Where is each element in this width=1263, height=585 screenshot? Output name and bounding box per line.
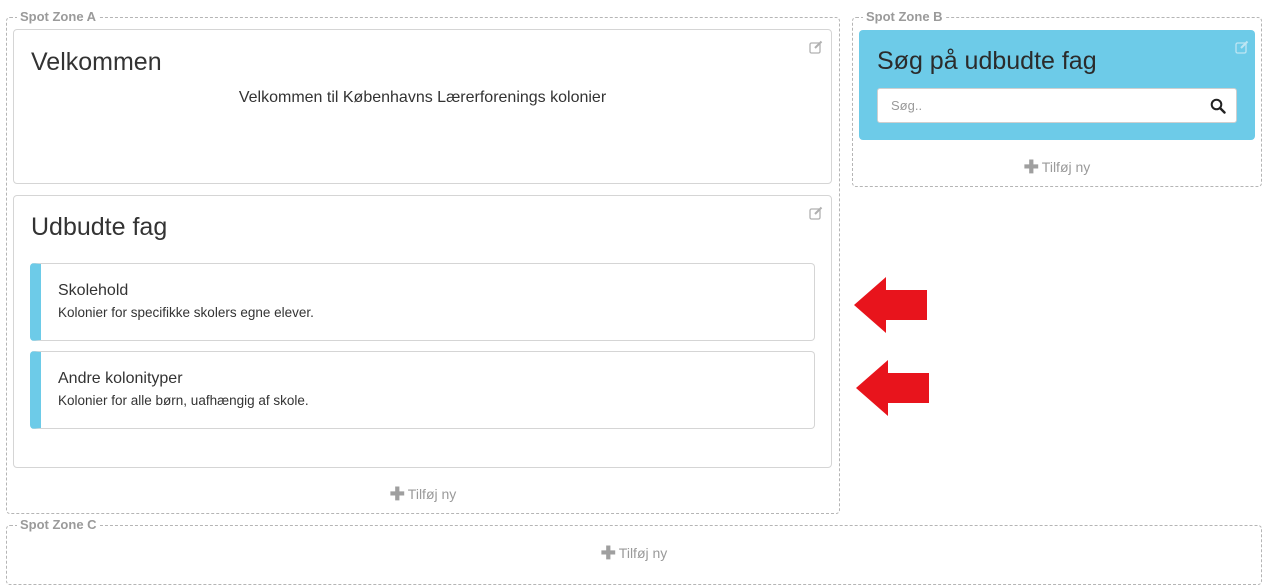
list-item-description: Kolonier for alle børn, uafhængig af sko… xyxy=(58,393,309,408)
list-item-andre-kolonityper[interactable]: Andre kolonityper Kolonier for alle børn… xyxy=(30,351,815,429)
list-item-description: Kolonier for specifikke skolers egne ele… xyxy=(58,305,314,320)
search-title: Søg på udbudte fag xyxy=(877,47,1097,75)
spot-zone-b: Spot Zone B Søg på udbudte fag ✚Tilføj n… xyxy=(852,9,1262,187)
offered-subjects-title: Udbudte fag xyxy=(31,213,168,241)
add-new-button-zone-a[interactable]: ✚ Tilføj ny xyxy=(7,483,839,504)
search-panel: Søg på udbudte fag xyxy=(859,30,1255,140)
add-new-button-zone-b[interactable]: ✚ Tilføj ny xyxy=(853,156,1261,177)
spot-zone-b-label: Spot Zone B xyxy=(863,9,946,25)
add-new-label: Tilføj ny xyxy=(618,545,668,561)
spot-zone-c-label: Spot Zone C xyxy=(17,517,100,533)
edit-icon[interactable] xyxy=(809,206,823,220)
search-input[interactable] xyxy=(878,89,1198,122)
plus-icon: ✚ xyxy=(389,484,405,504)
search-icon[interactable] xyxy=(1210,98,1226,114)
welcome-title: Velkommen xyxy=(31,48,162,76)
welcome-panel: Velkommen Velkommen til Københavns Lærer… xyxy=(13,29,832,184)
plus-icon: ✚ xyxy=(600,543,616,563)
search-box xyxy=(877,88,1237,123)
offered-subjects-panel: Udbudte fag Skolehold Kolonier for speci… xyxy=(13,195,832,468)
list-item-skolehold[interactable]: Skolehold Kolonier for specifikke skoler… xyxy=(30,263,815,341)
spot-zone-a: Spot Zone A Velkommen Velkommen til Købe… xyxy=(6,9,840,514)
edit-icon[interactable] xyxy=(809,40,823,54)
add-new-button-zone-c[interactable]: ✚ Tilføj ny xyxy=(7,542,1261,563)
add-new-label: Tilføj ny xyxy=(407,486,457,502)
spot-zone-a-label: Spot Zone A xyxy=(17,9,100,25)
add-new-label: Tilføj ny xyxy=(1041,159,1091,175)
plus-icon: ✚ xyxy=(1023,157,1039,177)
red-arrow-left-icon xyxy=(856,360,929,416)
welcome-text: Velkommen til Københavns Lærerforenings … xyxy=(238,89,607,106)
list-item-title: Skolehold xyxy=(58,282,129,299)
list-item-title: Andre kolonityper xyxy=(58,370,183,387)
edit-icon[interactable] xyxy=(1235,40,1249,54)
red-arrow-left-icon xyxy=(854,277,927,333)
spot-zone-c: Spot Zone C ✚ Tilføj ny xyxy=(6,517,1262,585)
